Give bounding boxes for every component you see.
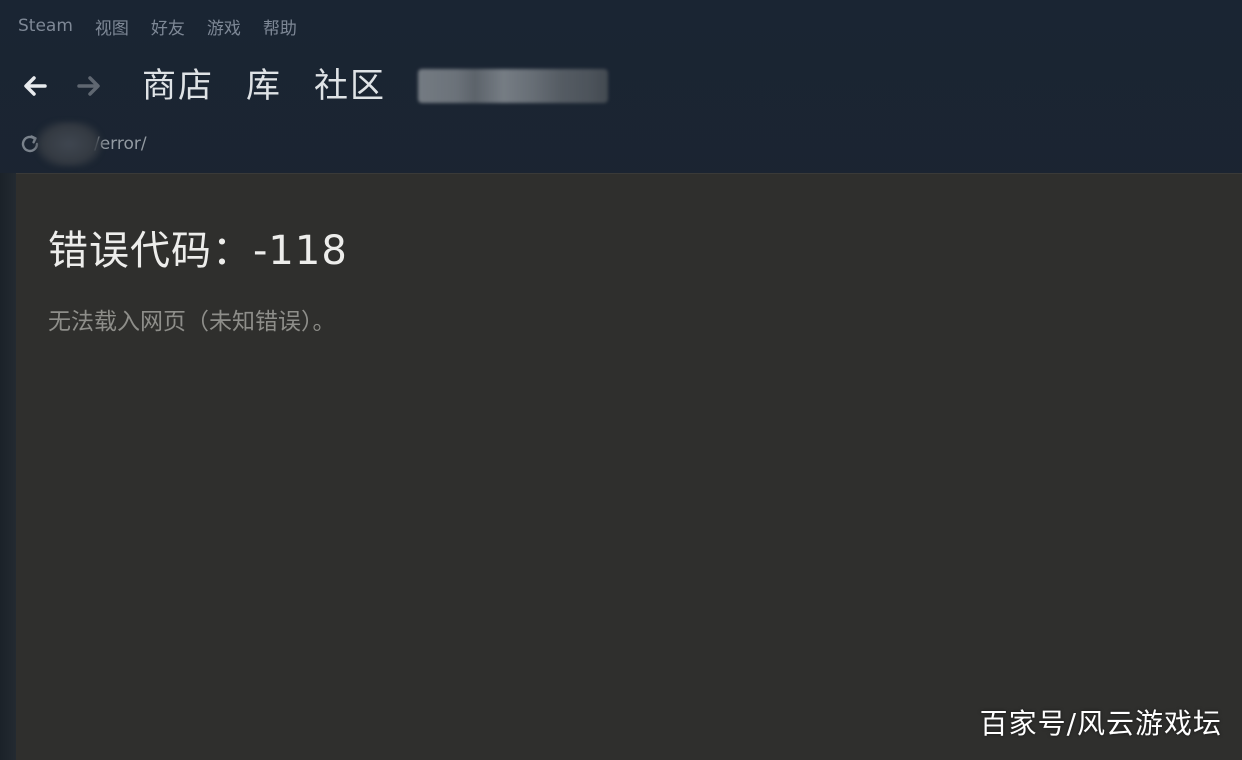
nav-bar: 商店 库 社区 bbox=[18, 58, 608, 114]
menu-item-view[interactable]: 视图 bbox=[95, 14, 129, 39]
menu-item-help[interactable]: 帮助 bbox=[263, 14, 297, 39]
forward-button[interactable] bbox=[72, 69, 106, 103]
menu-item-games[interactable]: 游戏 bbox=[207, 14, 241, 39]
error-message: 无法载入网页（未知错误）。 bbox=[48, 309, 336, 335]
url-blurred-segment bbox=[36, 121, 102, 167]
arrow-right-icon bbox=[77, 76, 100, 96]
watermark: 百家号/风云游戏坛 bbox=[979, 707, 1222, 740]
menu-item-steam[interactable]: Steam bbox=[18, 16, 73, 36]
username-tab-blurred[interactable] bbox=[418, 69, 608, 103]
url-bar: /error/ bbox=[18, 121, 147, 167]
tab-store[interactable]: 商店 bbox=[142, 69, 214, 103]
nav-tabs: 商店 库 社区 bbox=[142, 69, 386, 103]
browser-content: 错误代码：-118 无法载入网页（未知错误）。 bbox=[16, 173, 1242, 760]
error-title: 错误代码：-118 bbox=[48, 228, 348, 274]
arrow-left-icon bbox=[24, 76, 47, 96]
tab-community[interactable]: 社区 bbox=[314, 69, 386, 103]
menu-item-friends[interactable]: 好友 bbox=[151, 14, 185, 39]
steam-client-window: Steam 视图 好友 游戏 帮助 商店 库 社区 /error/ 错误代码：-… bbox=[0, 0, 1242, 760]
menu-bar: Steam 视图 好友 游戏 帮助 bbox=[18, 12, 297, 40]
left-border bbox=[0, 173, 16, 760]
back-button[interactable] bbox=[18, 69, 52, 103]
tab-library[interactable]: 库 bbox=[246, 69, 282, 103]
